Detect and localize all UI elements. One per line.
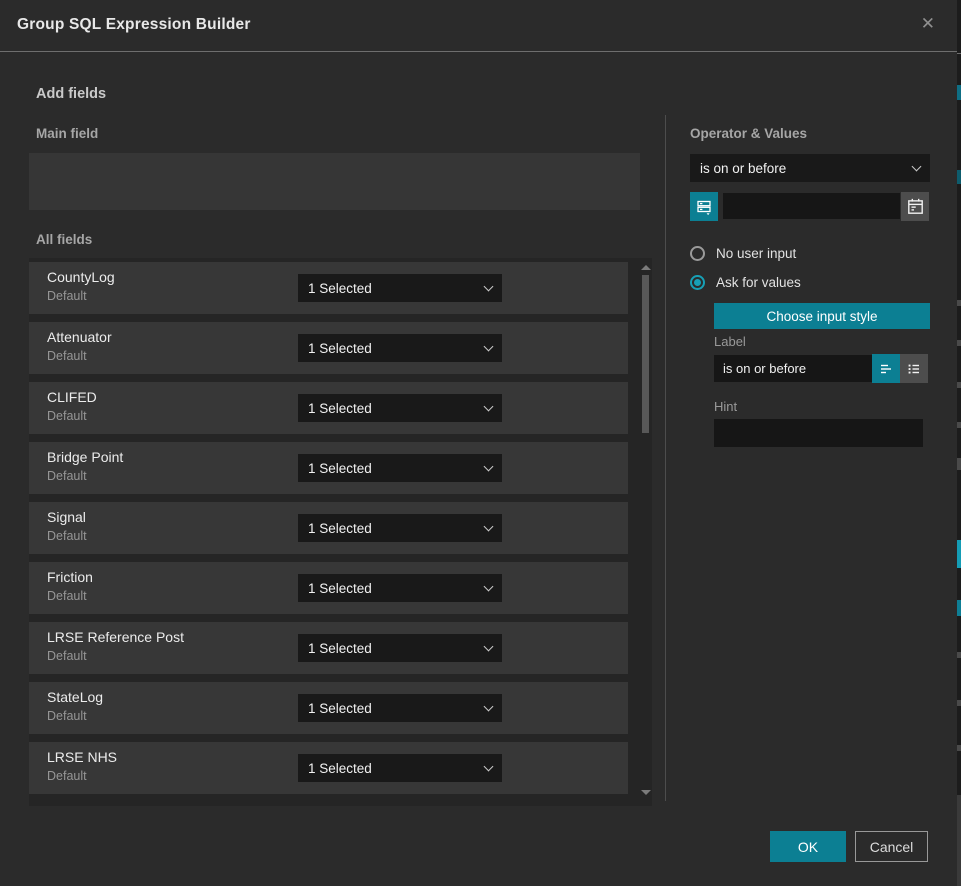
chevron-down-icon (484, 461, 494, 471)
chevron-down-icon (484, 761, 494, 771)
chevron-down-icon (484, 341, 494, 351)
field-name: Attenuator (47, 329, 112, 345)
label-label: Label (714, 334, 746, 349)
scrollbar-up-arrow[interactable] (641, 265, 651, 270)
radio-icon-selected (690, 275, 705, 290)
selected-count: 1 Selected (308, 461, 477, 476)
background-app-edge (957, 0, 961, 886)
hint-label: Hint (714, 399, 737, 414)
field-row-bridge-point: Bridge Point Default 1 Selected (29, 442, 628, 494)
chevron-down-icon (484, 641, 494, 651)
date-picker-button[interactable] (901, 192, 929, 221)
align-left-icon (878, 361, 894, 377)
operator-value: is on or before (700, 161, 905, 176)
field-subtitle: Default (47, 289, 87, 303)
chevron-down-icon (484, 521, 494, 531)
chevron-down-icon (484, 581, 494, 591)
field-name: Friction (47, 569, 93, 585)
choose-input-style-button[interactable]: Choose input style (714, 303, 930, 329)
operator-dropdown[interactable]: is on or before (690, 154, 930, 182)
selected-count: 1 Selected (308, 401, 477, 416)
field-row-clifed: CLIFED Default 1 Selected (29, 382, 628, 434)
chevron-down-icon (912, 161, 922, 171)
field-selected-dropdown[interactable]: 1 Selected (298, 274, 502, 302)
field-row-statelog: StateLog Default 1 Selected (29, 682, 628, 734)
field-subtitle: Default (47, 709, 87, 723)
dialog-title: Group SQL Expression Builder (17, 16, 251, 34)
selected-count: 1 Selected (308, 761, 477, 776)
field-subtitle: Default (47, 649, 87, 663)
field-row-attenuator: Attenuator Default 1 Selected (29, 322, 628, 374)
field-row-signal: Signal Default 1 Selected (29, 502, 628, 554)
list-style-button[interactable] (900, 354, 928, 383)
unique-values-button[interactable] (690, 192, 718, 221)
field-name: LRSE Reference Post (47, 629, 184, 645)
field-selected-dropdown[interactable]: 1 Selected (298, 574, 502, 602)
field-selected-dropdown[interactable]: 1 Selected (298, 754, 502, 782)
hint-input[interactable] (714, 419, 923, 447)
field-name: Bridge Point (47, 449, 123, 465)
scrollbar-down-arrow[interactable] (641, 790, 651, 795)
calendar-icon (907, 198, 924, 215)
field-name: Signal (47, 509, 86, 525)
chevron-down-icon (484, 281, 494, 291)
field-subtitle: Default (47, 529, 87, 543)
field-name: CLIFED (47, 389, 97, 405)
field-row-friction: Friction Default 1 Selected (29, 562, 628, 614)
field-selected-dropdown[interactable]: 1 Selected (298, 514, 502, 542)
radio-no-user-input[interactable]: No user input (690, 246, 796, 261)
field-subtitle: Default (47, 349, 87, 363)
main-field-panel: CountyLog | Default From Date (29, 153, 640, 210)
chevron-down-icon (484, 401, 494, 411)
operator-values-heading: Operator & Values (690, 126, 807, 141)
scrollbar-thumb[interactable] (642, 275, 649, 433)
all-fields-list: CountyLog Default 1 Selected Attenuator … (29, 258, 652, 806)
dialog-titlebar: Group SQL Expression Builder ✕ (0, 0, 957, 52)
field-subtitle: Default (47, 469, 87, 483)
radio-label: Ask for values (716, 275, 801, 290)
radio-ask-for-values[interactable]: Ask for values (690, 275, 801, 290)
selected-count: 1 Selected (308, 281, 477, 296)
all-fields-heading: All fields (36, 232, 92, 247)
close-icon[interactable]: ✕ (921, 14, 935, 34)
field-row-countylog: CountyLog Default 1 Selected (29, 262, 628, 314)
single-line-style-button[interactable] (872, 354, 900, 383)
selected-count: 1 Selected (308, 641, 477, 656)
selected-count: 1 Selected (308, 521, 477, 536)
field-subtitle: Default (47, 589, 87, 603)
label-input[interactable] (714, 355, 872, 382)
selected-count: 1 Selected (308, 341, 477, 356)
field-selected-dropdown[interactable]: 1 Selected (298, 394, 502, 422)
radio-label: No user input (716, 246, 796, 261)
radio-icon (690, 246, 705, 261)
value-input[interactable] (723, 193, 900, 219)
add-fields-heading: Add fields (36, 86, 106, 102)
vertical-divider (665, 115, 666, 801)
field-selected-dropdown[interactable]: 1 Selected (298, 634, 502, 662)
field-row-lrse-reference-post: LRSE Reference Post Default 1 Selected (29, 622, 628, 674)
field-selected-dropdown[interactable]: 1 Selected (298, 334, 502, 362)
field-name: LRSE NHS (47, 749, 117, 765)
field-selected-dropdown[interactable]: 1 Selected (298, 454, 502, 482)
field-selected-dropdown[interactable]: 1 Selected (298, 694, 502, 722)
ok-button[interactable]: OK (770, 831, 846, 862)
field-row-lrse-nhs: LRSE NHS Default 1 Selected (29, 742, 628, 794)
selected-count: 1 Selected (308, 581, 477, 596)
field-subtitle: Default (47, 409, 87, 423)
field-subtitle: Default (47, 769, 87, 783)
bulleted-list-icon (906, 361, 922, 377)
main-field-heading: Main field (36, 126, 98, 141)
cancel-button[interactable]: Cancel (855, 831, 928, 862)
unique-values-icon (695, 198, 713, 216)
chevron-down-icon (484, 701, 494, 711)
selected-count: 1 Selected (308, 701, 477, 716)
field-name: CountyLog (47, 269, 115, 285)
field-name: StateLog (47, 689, 103, 705)
